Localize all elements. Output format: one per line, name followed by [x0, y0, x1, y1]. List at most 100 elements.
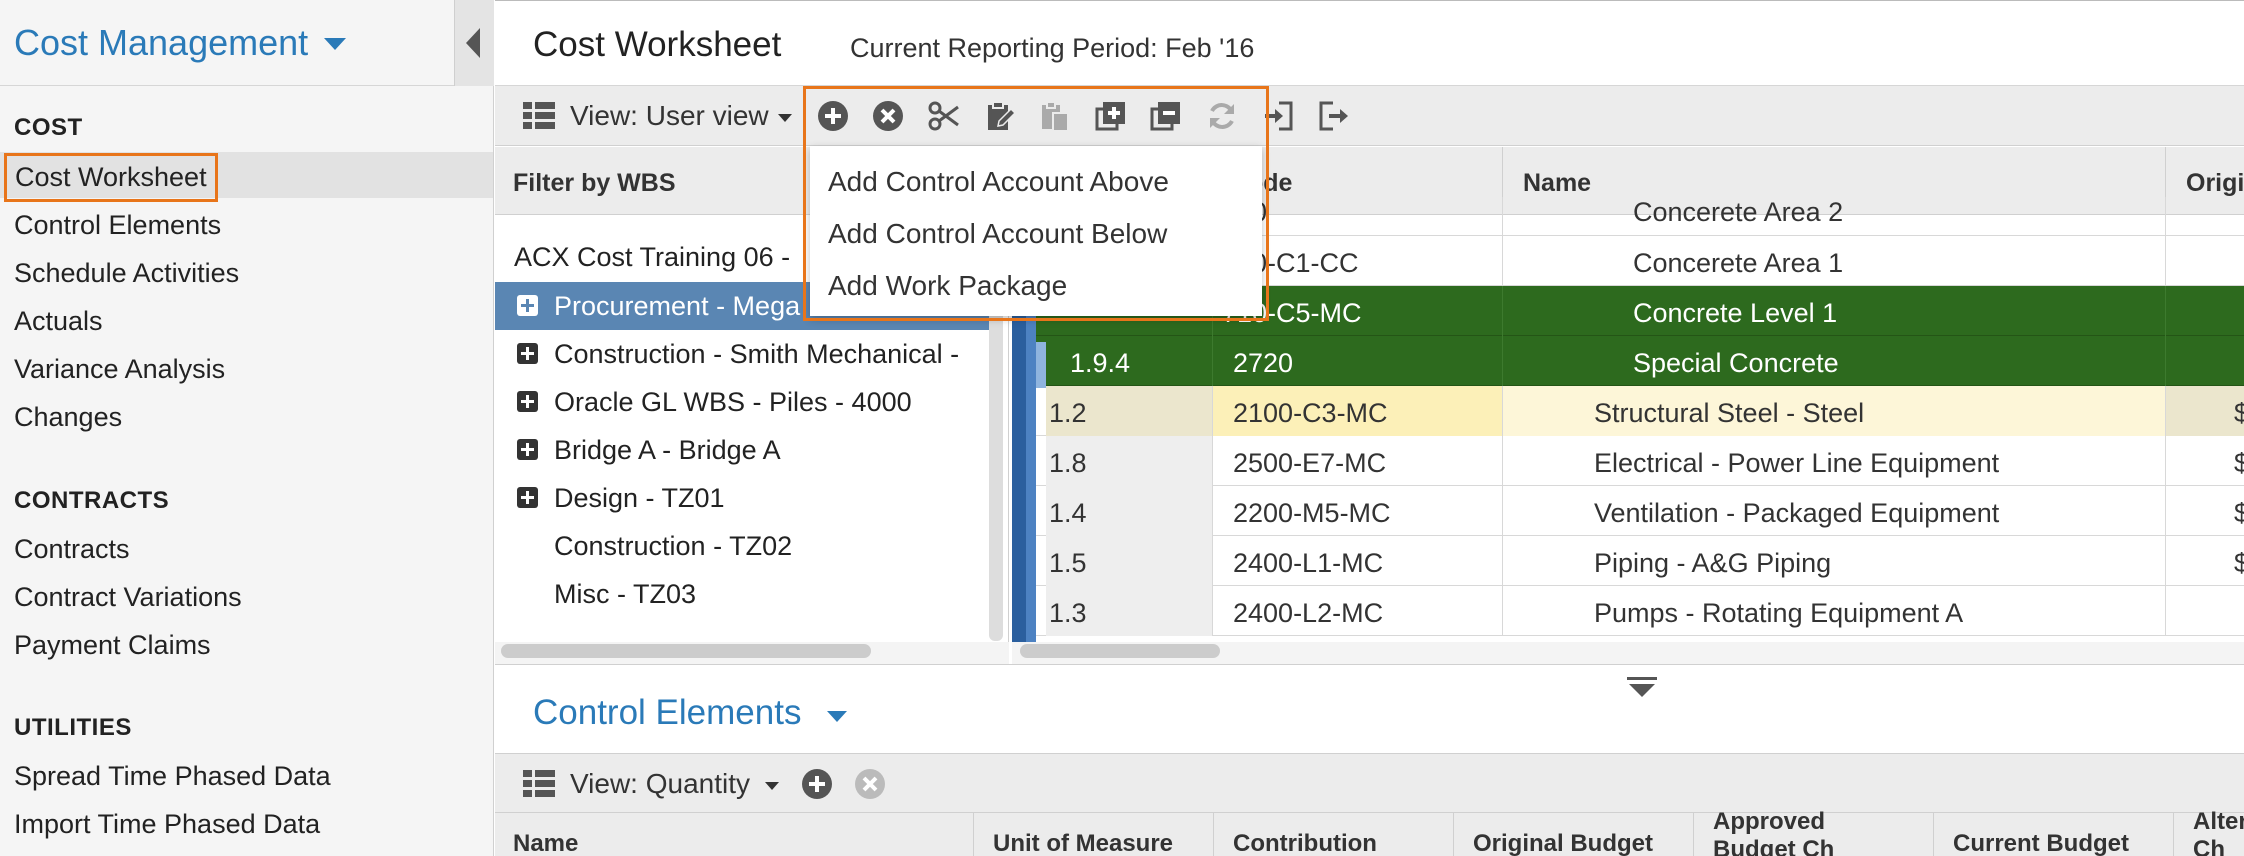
wbs-item-label: Misc - TZ03: [554, 579, 697, 609]
cell-name: Ventilation - Packaged Equipment: [1594, 498, 2000, 528]
sidebar-item-control-elements[interactable]: Control Elements: [14, 210, 221, 241]
sidebar-item-variance-analysis[interactable]: Variance Analysis: [14, 354, 225, 385]
section-title[interactable]: Control Elements: [533, 693, 801, 733]
column-header-current-budget[interactable]: Current Budget: [1953, 831, 2129, 856]
sidebar-item-actuals[interactable]: Actuals: [14, 306, 103, 337]
view-grid-icon[interactable]: [523, 102, 555, 130]
app-title[interactable]: Cost Management: [14, 22, 308, 64]
cell-original: $: [2234, 448, 2244, 478]
column-header-name[interactable]: Name: [513, 831, 578, 856]
table-row-selected[interactable]: 1.2 2100-C3-MC Structural Steel - Steel …: [1012, 386, 2244, 436]
cell-name: Concrete Level 1: [1633, 298, 1838, 328]
wbs-header-label: Filter by WBS: [513, 169, 676, 197]
column-header-alternate-line2: Ch: [2193, 836, 2225, 856]
column-header-name[interactable]: Name: [1523, 169, 1591, 198]
sidebar-item-schedule-activities[interactable]: Schedule Activities: [14, 258, 239, 289]
control-elements-toolbar: View: Quantity: [495, 753, 2244, 813]
column-header-alternate[interactable]: Alter: [2193, 809, 2244, 835]
wbs-item[interactable]: Construction - Smith Mechanical -: [495, 330, 990, 378]
export-icon[interactable]: [1317, 99, 1351, 133]
cell-name: Piping - A&G Piping: [1594, 548, 1832, 578]
wbs-item-label: Bridge A - Bridge A: [554, 435, 781, 465]
table-row-highlighted[interactable]: 1.9.4 2720 Special Concrete: [1012, 336, 2244, 386]
main-header: Cost Worksheet Current Reporting Period:…: [495, 0, 2244, 86]
hierarchy-indicator: [1036, 342, 1046, 388]
table-row[interactable]: 1.8 2500-E7-MC Electrical - Power Line E…: [1012, 436, 2244, 486]
sidebar-item-changes[interactable]: Changes: [14, 402, 122, 433]
cell-wbs: 1.9.4: [1070, 348, 1131, 378]
cell-wbs: 1.2: [1049, 398, 1087, 428]
sidebar: Cost Management COST Cost Worksheet Cont…: [0, 0, 494, 856]
table-row[interactable]: 1.3 2400-L2-MC Pumps - Rotating Equipmen…: [1012, 586, 2244, 636]
cell-code: 2500-E7-MC: [1233, 448, 1387, 478]
sidebar-header: Cost Management: [0, 0, 494, 86]
column-header-original-budget[interactable]: Original Budget: [1473, 831, 1653, 856]
table-row[interactable]: 1.5 2400-L1-MC Piping - A&G Piping $: [1012, 536, 2244, 586]
column-header-original[interactable]: Origi: [2186, 169, 2244, 198]
chevron-down-icon[interactable]: [778, 114, 792, 122]
cell-original: $: [2234, 398, 2244, 428]
cell-name: Concerete Area 1: [1633, 248, 1844, 278]
grid-horizontal-scrollbar[interactable]: [1020, 644, 1220, 658]
expand-plus-icon[interactable]: [517, 343, 538, 364]
collapse-sidebar-button[interactable]: [454, 0, 494, 86]
sidebar-item-contracts[interactable]: Contracts: [14, 534, 130, 565]
view-selector[interactable]: View: Quantity: [570, 768, 750, 800]
section-utilities: UTILITIES: [14, 714, 132, 741]
chevron-down-icon[interactable]: [827, 711, 847, 722]
wbs-item[interactable]: Bridge A - Bridge A: [495, 426, 990, 474]
wbs-item[interactable]: Construction - TZ02: [495, 522, 990, 570]
page-title: Cost Worksheet: [533, 25, 782, 64]
cell-name: Structural Steel - Steel: [1594, 398, 1865, 428]
chevron-down-icon[interactable]: [765, 782, 779, 790]
chevron-left-icon: [466, 28, 480, 58]
expand-plus-icon[interactable]: [517, 439, 538, 460]
wbs-horizontal-scrollbar[interactable]: [501, 644, 871, 658]
chevron-down-icon[interactable]: [324, 38, 346, 50]
worksheet-toolbar: View: User view: [495, 86, 2244, 146]
wbs-item[interactable]: Design - TZ01: [495, 474, 990, 522]
column-header-unit[interactable]: Unit of Measure: [993, 831, 1173, 856]
wbs-item-label: Procurement - Mega: [554, 291, 801, 321]
cell-original: $: [2234, 498, 2244, 528]
add-icon[interactable]: [800, 767, 834, 801]
view-selector[interactable]: View: User view: [570, 100, 769, 132]
reporting-period: Current Reporting Period: Feb '16: [850, 33, 1255, 63]
wbs-item-label: Construction - TZ02: [554, 531, 793, 561]
expand-plus-icon[interactable]: [517, 391, 538, 412]
sidebar-item-cost-worksheet[interactable]: Cost Worksheet: [4, 153, 218, 202]
cell-name: Special Concrete: [1633, 348, 1839, 378]
cell-wbs: 1.8: [1049, 448, 1087, 478]
cell-code: 2400-L2-MC: [1233, 598, 1384, 628]
cell-name: Pumps - Rotating Equipment A: [1594, 598, 1964, 628]
wbs-item-label: Construction - Smith Mechanical -: [554, 339, 960, 369]
table-row[interactable]: 1.4 2200-M5-MC Ventilation - Packaged Eq…: [1012, 486, 2244, 536]
expand-plus-icon[interactable]: [517, 487, 538, 508]
cell-name: Concerete Area 2: [1633, 197, 1844, 227]
cell-code: 2200-M5-MC: [1233, 498, 1391, 528]
expand-plus-icon[interactable]: [517, 295, 538, 316]
wbs-item[interactable]: Misc - TZ03: [495, 570, 990, 618]
column-header-contribution[interactable]: Contribution: [1233, 831, 1377, 856]
wbs-item[interactable]: Oracle GL WBS - Piles - 4000: [495, 378, 990, 426]
sidebar-item-contract-variations[interactable]: Contract Variations: [14, 582, 242, 613]
splitter-handle-icon[interactable]: [1625, 675, 1659, 701]
cell-wbs: 1.4: [1049, 498, 1087, 528]
column-header-approved-line2: Budget Ch: [1713, 836, 1835, 856]
cell-code: 2720: [1233, 348, 1294, 378]
highlight-frame: [803, 86, 1269, 321]
column-header-approved[interactable]: Approved: [1713, 809, 1825, 835]
remove-icon: [853, 767, 887, 801]
cell-original: $: [2234, 548, 2244, 578]
view-grid-icon[interactable]: [523, 770, 555, 798]
cell-name: Electrical - Power Line Equipment: [1594, 448, 2000, 478]
section-cost: COST: [14, 114, 83, 141]
cell-code: 2400-L1-MC: [1233, 548, 1384, 578]
cell-wbs: 1.3: [1049, 598, 1087, 628]
sidebar-item-import-time-phased-data[interactable]: Import Time Phased Data: [14, 809, 320, 840]
sidebar-item-spread-time-phased-data[interactable]: Spread Time Phased Data: [14, 761, 331, 792]
sidebar-item-payment-claims[interactable]: Payment Claims: [14, 630, 211, 661]
wbs-item-label: Oracle GL WBS - Piles - 4000: [554, 387, 912, 417]
cell-code: 2100-C3-MC: [1233, 398, 1388, 428]
control-elements-section: Control Elements View: Quantity Name Uni…: [495, 664, 2244, 856]
